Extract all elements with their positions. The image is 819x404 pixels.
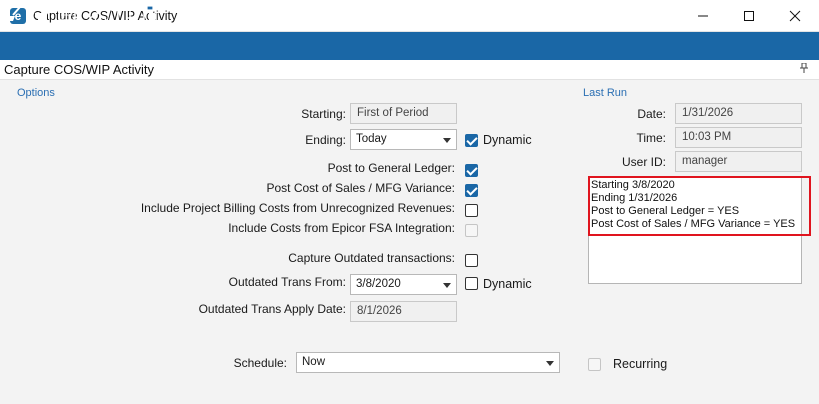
- project-billing-checkbox[interactable]: [465, 204, 478, 217]
- copy-icon[interactable]: [115, 5, 133, 23]
- menu-help[interactable]: Help: [337, 7, 363, 21]
- capture-outdated-label: Capture Outdated transactions:: [288, 251, 455, 265]
- maximize-button[interactable]: [726, 0, 772, 32]
- ending-label: Ending:: [305, 133, 346, 147]
- outdated-apply-field[interactable]: 8/1/2026: [350, 301, 457, 322]
- post-gl-label: Post to General Ledger:: [327, 161, 455, 175]
- home-icon[interactable]: [424, 5, 441, 22]
- starting-field[interactable]: First of Period: [350, 103, 457, 124]
- clear-broom-icon[interactable]: [6, 5, 24, 23]
- last-run-group-label: Last Run: [583, 87, 628, 99]
- menu-edit[interactable]: Edit: [216, 7, 238, 21]
- forward-icon[interactable]: [398, 5, 415, 22]
- paste-icon[interactable]: [141, 5, 159, 23]
- refresh-sparkle-icon[interactable]: [32, 5, 50, 23]
- minimize-button[interactable]: [680, 0, 726, 32]
- menu-tools[interactable]: Tools: [247, 7, 276, 21]
- ending-dynamic-label: Dynamic: [483, 133, 532, 147]
- outdated-dynamic-checkbox[interactable]: [465, 277, 478, 290]
- cut-icon[interactable]: [89, 5, 107, 23]
- user-id-label: User ID:: [621, 155, 666, 169]
- options-group-label: Options: [17, 87, 55, 99]
- starting-label: Starting:: [301, 107, 346, 121]
- form-view-icon[interactable]: [58, 5, 76, 23]
- outdated-from-value: 3/8/2020: [356, 278, 401, 290]
- fsa-label: Include Costs from Epicor FSA Integratio…: [228, 221, 455, 235]
- recurring-label: Recurring: [613, 357, 668, 371]
- close-button[interactable]: [772, 0, 818, 32]
- time-field[interactable]: 10:03 PM: [675, 127, 802, 148]
- highlight-box: [588, 176, 811, 236]
- date-label: Date:: [637, 107, 666, 121]
- schedule-label: Schedule:: [233, 356, 287, 370]
- schedule-value: Now: [302, 356, 326, 368]
- user-id-field[interactable]: manager: [675, 151, 802, 172]
- ending-value: Today: [356, 133, 387, 145]
- pin-icon[interactable]: [800, 62, 808, 76]
- post-cos-label: Post Cost of Sales / MFG Variance:: [266, 181, 455, 195]
- project-billing-label: Include Project Billing Costs from Unrec…: [140, 201, 455, 215]
- outdated-dynamic-label: Dynamic: [483, 277, 532, 291]
- outdated-from-date[interactable]: 3/8/2020: [350, 274, 457, 295]
- menu-actions[interactable]: Actions: [287, 7, 328, 21]
- toolbar: [0, 32, 819, 60]
- close-icon: [789, 10, 801, 22]
- chevron-down-icon: [443, 283, 451, 288]
- chevron-down-icon: [546, 361, 554, 366]
- post-cos-checkbox[interactable]: [465, 184, 478, 197]
- form-title: Capture COS/WIP Activity: [4, 62, 155, 77]
- minimize-icon: [698, 15, 708, 17]
- schedule-select[interactable]: Now: [296, 352, 560, 373]
- outdated-apply-label: Outdated Trans Apply Date:: [198, 302, 346, 316]
- fsa-checkbox: [465, 224, 478, 237]
- time-label: Time:: [636, 131, 666, 145]
- post-gl-checkbox[interactable]: [465, 164, 478, 177]
- menu-file[interactable]: File: [187, 7, 207, 21]
- recurring-checkbox: [588, 358, 601, 371]
- maximize-icon: [744, 11, 754, 21]
- ending-select[interactable]: Today: [350, 129, 457, 150]
- date-field[interactable]: 1/31/2026: [675, 103, 802, 124]
- outdated-from-label: Outdated Trans From:: [228, 275, 346, 289]
- capture-outdated-checkbox[interactable]: [465, 254, 478, 267]
- ending-dynamic-checkbox[interactable]: [465, 134, 478, 147]
- back-icon[interactable]: [372, 5, 389, 22]
- chevron-down-icon: [443, 138, 451, 143]
